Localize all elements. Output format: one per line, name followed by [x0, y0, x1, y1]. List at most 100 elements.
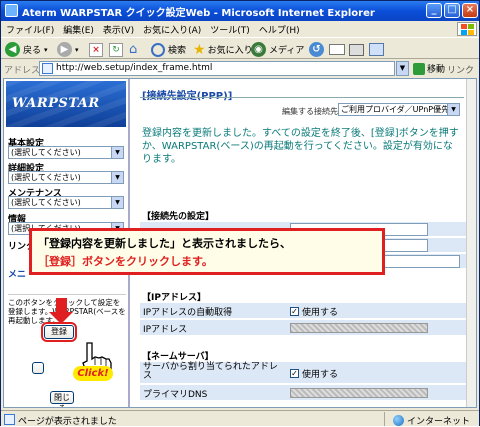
section-ip-address: 【IPアドレス】 [142, 293, 206, 303]
star-icon: ★ [193, 41, 206, 58]
maintenance-select[interactable]: (選択してください) ▼ [8, 196, 124, 209]
callout-line-2: ［登録］ボタンをクリックします。 [38, 255, 213, 268]
address-bar: アドレス(D) http://web.setup/index_frame.htm… [1, 60, 479, 77]
windows-logo-icon [457, 22, 477, 36]
history-button[interactable]: ↺ [309, 41, 324, 58]
home-icon: ⌂ [129, 41, 138, 57]
section-dns: 【ネームサーバ】 [142, 352, 214, 362]
print-icon [349, 43, 364, 56]
update-message: 登録内容を更新しました。すべての設定を終了後、[登録]ボタンを押すか、WARPS… [142, 128, 459, 165]
nav-label: 情報 [8, 215, 27, 225]
stop-button[interactable]: × [89, 41, 103, 58]
back-label: 戻る [23, 46, 42, 56]
window-title: Aterm WARPSTAR クイック設定Web - Microsoft Int… [22, 8, 375, 19]
table-row: IPアドレス [140, 320, 466, 336]
table-row: IPアドレスの自動取得 ✓ 使用する [140, 303, 466, 319]
go-arrow-icon [413, 62, 425, 75]
table-row: サーバから割り当てられたアドレス ✓ 使用する [140, 362, 466, 384]
basic-settings-select[interactable]: (選択してください) ▼ [8, 146, 124, 159]
refresh-button[interactable]: ↻ [109, 41, 123, 58]
title-divider [140, 97, 464, 98]
search-button[interactable]: 検索 [151, 41, 186, 58]
close-button[interactable]: × [462, 3, 478, 18]
register-button[interactable]: 登録 [41, 322, 77, 342]
instruction-callout: 「登録内容を更新しました」と表示されましたら、 ［登録］ボタンをクリックします。 [29, 228, 385, 275]
address-url: http://web.setup/index_frame.html [56, 63, 213, 73]
select-value: (選択してください) [11, 173, 81, 182]
go-button[interactable]: 移動 [413, 62, 445, 75]
edit-target-select[interactable]: ご利用プロバイダ／UPnP優先 ▼ [338, 103, 460, 116]
media-button[interactable]: ◉ メディア [251, 41, 304, 58]
back-button[interactable]: ◀ 戻る ▾ [5, 41, 48, 58]
chevron-down-icon: ▼ [111, 147, 123, 158]
forward-arrow-icon: ▶ [57, 42, 72, 57]
minimize-button[interactable]: _ [426, 3, 442, 18]
links-button[interactable]: リンク [447, 63, 474, 76]
ip-auto-checkbox[interactable]: ✓ [290, 307, 299, 316]
nav-label: 詳細設定 [8, 164, 45, 174]
menu-bar: ファイル(F) 編集(E) 表示(V) お気に入り(A) ツール(T) ヘルプ(H) [1, 21, 479, 37]
title-bar: Aterm WARPSTAR クイック設定Web - Microsoft Int… [1, 1, 479, 21]
arrow-shaft [56, 298, 67, 312]
click-label: Click! [73, 366, 113, 381]
print-button[interactable] [349, 41, 364, 58]
warpstar-logo: WARPSTAR [6, 81, 126, 127]
edit-icon [369, 43, 384, 56]
close-page-button[interactable]: 閉じる [50, 391, 74, 407]
mail-button[interactable] [329, 41, 345, 58]
zone-label: インターネット [407, 417, 471, 427]
menu-help[interactable]: ヘルプ(H) [254, 21, 304, 36]
ie-icon [5, 4, 18, 17]
go-label: 移動 [427, 65, 446, 75]
dns-auto-checkbox[interactable]: ✓ [290, 369, 299, 378]
page-title: [接続先設定(PPP)] [142, 87, 232, 102]
table-row: プライマリDNS [140, 385, 466, 401]
chevron-down-icon: ▼ [111, 172, 123, 183]
primary-dns-input-disabled [290, 388, 428, 398]
nav-group-maintenance: メンテナンス (選択してください) ▼ [8, 186, 124, 209]
select-value: ご利用プロバイダ／UPnP優先 [341, 105, 450, 114]
nav-label: メンテナンス [8, 189, 62, 199]
forward-button[interactable]: ▶ ▾ [57, 41, 79, 58]
vertical-scrollbar[interactable] [466, 79, 476, 407]
ip-address-input-disabled [290, 323, 428, 333]
globe-icon [393, 415, 404, 426]
arrow-down-icon [49, 312, 73, 324]
menu-view[interactable]: 表示(V) [98, 21, 138, 36]
edit-target-label: 編集する接続先 [282, 107, 338, 116]
browser-window: Aterm WARPSTAR クイック設定Web - Microsoft Int… [0, 0, 480, 427]
stop-icon: × [89, 42, 103, 57]
mail-icon [329, 44, 345, 55]
row-label: プライマリDNS [143, 390, 208, 400]
toolbar: ◀ 戻る ▾ ▶ ▾ × ↻ ⌂ 検索 ★ お気に入り ◉ メディア ↺ [1, 37, 479, 59]
section-connection: 【接続先の設定】 [142, 212, 215, 222]
refresh-icon: ↻ [109, 42, 123, 57]
chevron-down-icon: ▾ [44, 45, 48, 54]
menu-edit[interactable]: 編集(E) [58, 21, 98, 36]
menu-file[interactable]: ファイル(F) [1, 21, 58, 36]
status-bar: ページが表示されました インターネット [1, 410, 479, 427]
row-label: サーバから割り当てられたアドレス [143, 362, 278, 381]
secondary-button[interactable] [32, 362, 44, 374]
menu-favorites[interactable]: お気に入り(A) [138, 21, 205, 36]
address-dropdown[interactable]: ▼ [396, 61, 409, 76]
page-icon [42, 63, 53, 74]
callout-line-1: 「登録内容を更新しました」と表示されましたら、 [38, 237, 291, 250]
address-input[interactable]: http://web.setup/index_frame.html [39, 61, 395, 76]
nav-group-basic: 基本設定 (選択してください) ▼ [8, 136, 124, 159]
favorites-button[interactable]: ★ お気に入り [193, 41, 253, 58]
edit-button[interactable] [369, 41, 384, 58]
home-button[interactable]: ⌂ [129, 41, 144, 58]
row-label: IPアドレスの自動取得 [143, 308, 233, 318]
status-divider [384, 412, 385, 426]
nav-group-advanced: 詳細設定 (選択してください) ▼ [8, 161, 124, 184]
maximize-button[interactable]: □ [444, 3, 460, 18]
checkbox-label: 使用する [302, 370, 339, 380]
chevron-down-icon: ▼ [111, 197, 123, 208]
back-arrow-icon: ◀ [5, 42, 20, 57]
menu-tools[interactable]: ツール(T) [205, 21, 254, 36]
advanced-settings-select[interactable]: (選択してください) ▼ [8, 171, 124, 184]
checkbox-label: 使用する [302, 308, 339, 318]
nav-label: 基本設定 [8, 139, 45, 149]
media-icon: ◉ [251, 42, 266, 57]
